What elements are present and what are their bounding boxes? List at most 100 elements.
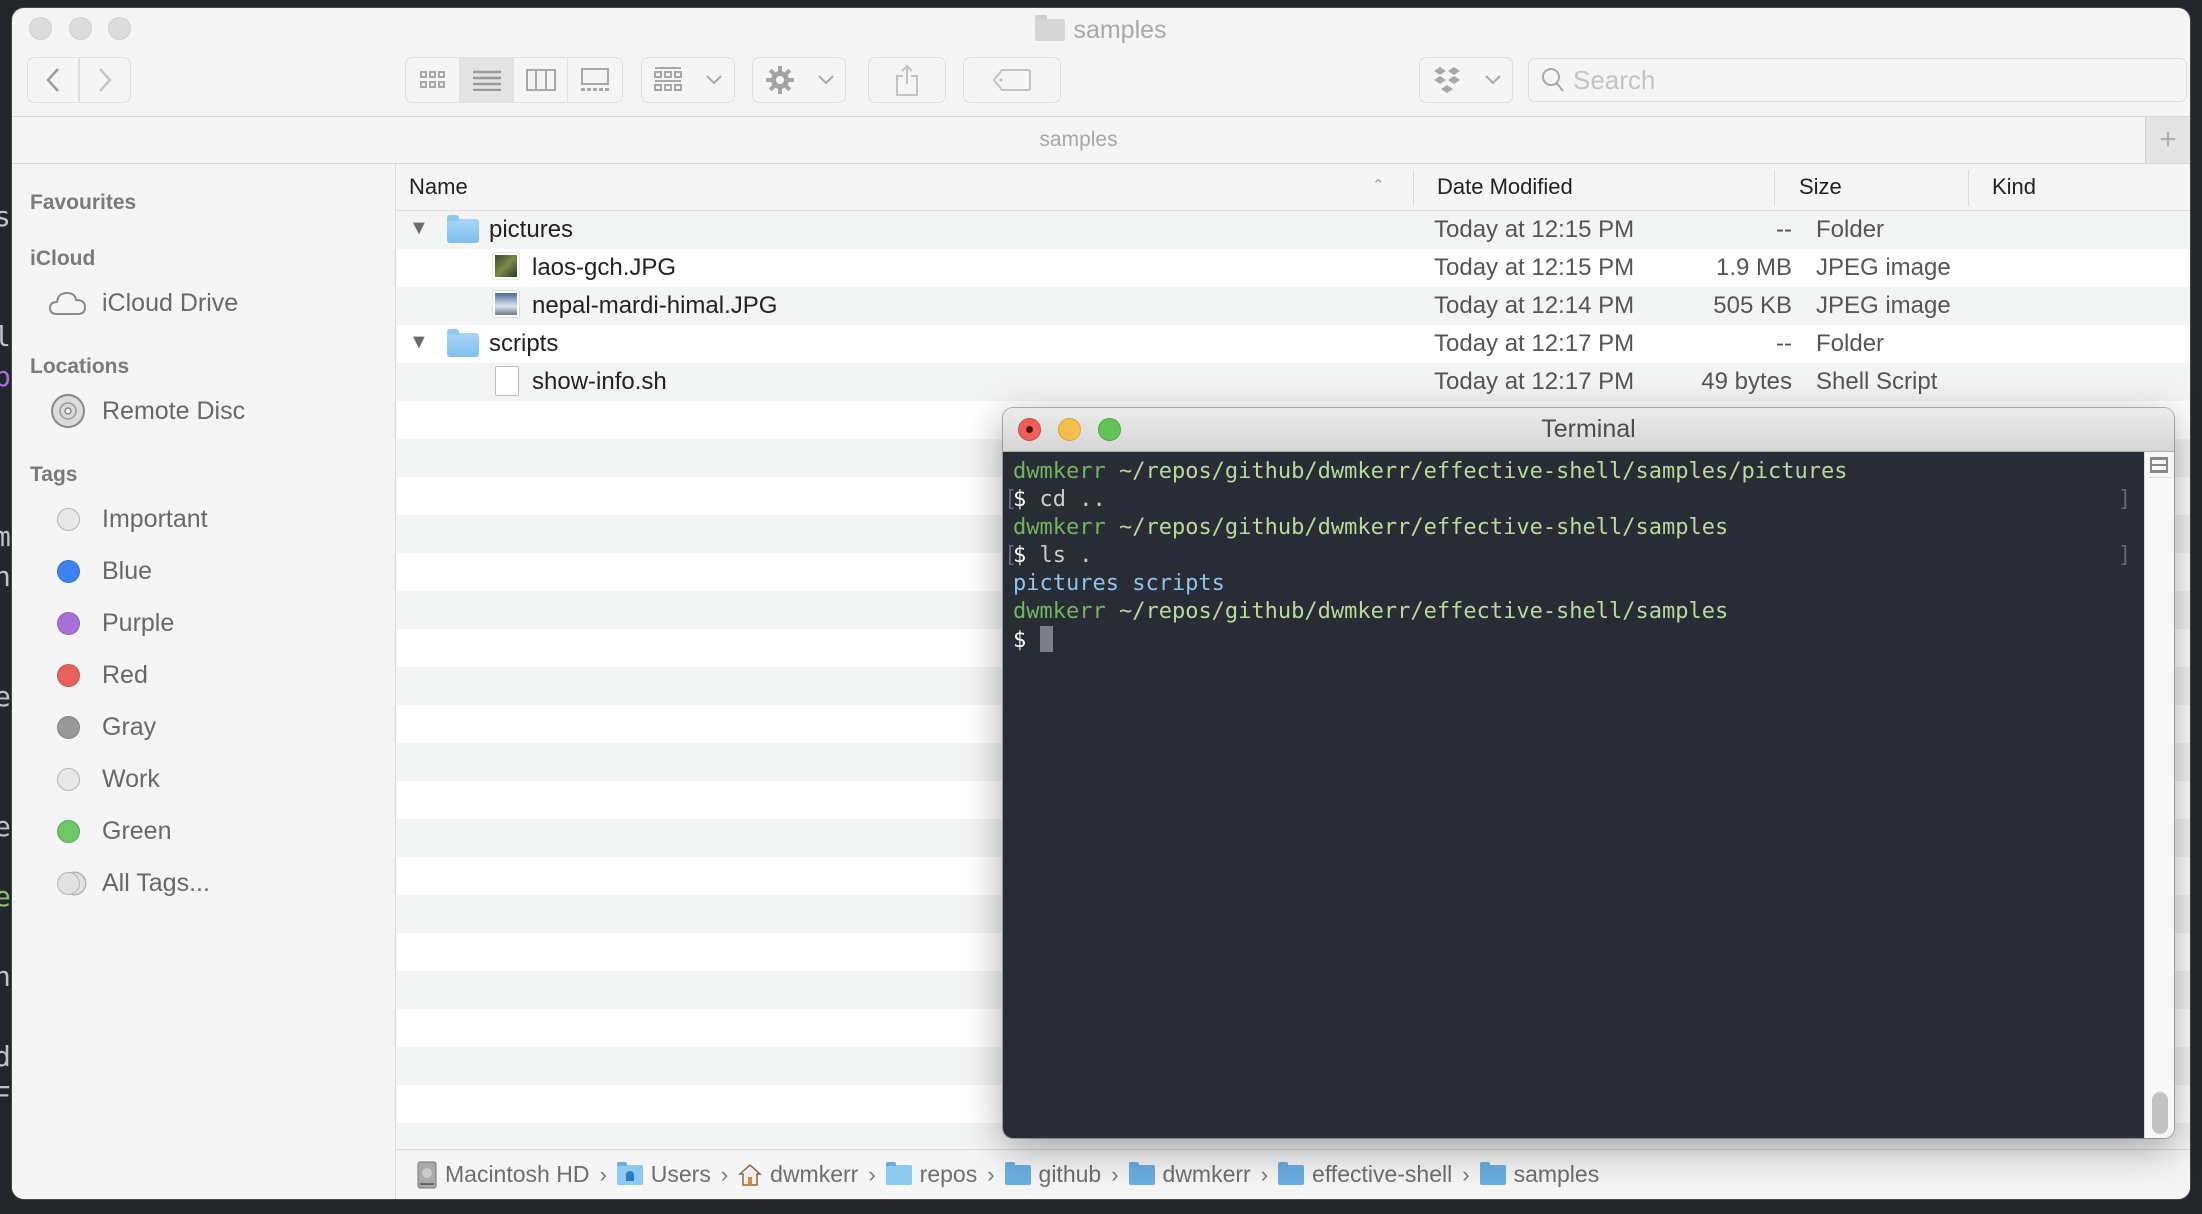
column-header-date-modified[interactable]: Date Modified <box>1425 164 1573 210</box>
column-header-size[interactable]: Size <box>1787 164 1842 210</box>
file-row[interactable]: ▼ pictures Today at 12:15 PM -- Folder <box>397 211 2190 249</box>
column-divider[interactable] <box>1774 170 1775 206</box>
list-view-icon <box>472 70 501 91</box>
command-text: ls . <box>1039 543 1093 568</box>
share-button[interactable] <box>868 57 946 103</box>
sidebar-item-remote-disc[interactable]: Remote Disc <box>48 391 388 431</box>
path-separator-icon: › <box>987 1161 995 1187</box>
gallery-view-button[interactable] <box>568 58 622 102</box>
finder-titlebar: samples <box>12 8 2190 116</box>
path-separator-icon: › <box>720 1161 729 1187</box>
terminal-line: dwmkerr ~/repos/github/dwmkerr/effective… <box>1013 514 2144 542</box>
file-name: show-info.sh <box>532 368 667 395</box>
icon-view-button[interactable] <box>406 58 460 102</box>
file-date: Today at 12:14 PM <box>1434 292 1635 319</box>
terminal-line: pictures scripts <box>1013 570 2144 598</box>
sidebar-tag-purple[interactable]: Purple <box>48 603 388 643</box>
background-glyph: e <box>0 680 11 713</box>
sidebar-item-label: Important <box>102 504 208 533</box>
file-row[interactable]: show-info.sh Today at 12:17 PM 49 bytes She… <box>397 363 2190 401</box>
file-row[interactable]: ▼ scripts Today at 12:17 PM -- Folder <box>397 325 2190 363</box>
path-crumb[interactable]: effective-shell <box>1278 1161 1452 1188</box>
users-folder-icon <box>616 1161 643 1185</box>
tag-color-icon <box>56 871 80 895</box>
disc-icon <box>51 394 85 428</box>
document-icon <box>495 366 519 396</box>
file-row[interactable]: laos-gch.JPG Today at 12:15 PM 1.9 MB JPEG … <box>397 249 2190 287</box>
tab-samples[interactable]: samples <box>12 117 2145 163</box>
gear-icon <box>765 66 794 94</box>
disclosure-triangle-icon[interactable]: ▼ <box>409 331 429 354</box>
background-glyph: m <box>0 520 11 553</box>
file-name: pictures <box>489 216 574 243</box>
sidebar-item-icloud-drive[interactable]: iCloud Drive <box>48 283 388 323</box>
disclosure-triangle-icon[interactable]: ▼ <box>409 217 429 240</box>
chevron-down-icon <box>1484 75 1501 85</box>
sidebar-tag-green[interactable]: Green <box>48 811 388 851</box>
column-header-name[interactable]: Name <box>397 164 1424 210</box>
sidebar-tag-red[interactable]: Red <box>48 655 388 695</box>
sidebar-tag-blue[interactable]: Blue <box>48 551 388 591</box>
column-view-icon <box>525 69 556 91</box>
column-view-button[interactable] <box>514 58 568 102</box>
path-crumb[interactable]: Macintosh HD <box>417 1161 589 1189</box>
sidebar-section-locations: Locations <box>30 355 130 378</box>
search-icon <box>1542 68 1564 92</box>
window-title: samples <box>12 15 2190 45</box>
search-input[interactable] <box>1573 64 2173 96</box>
group-by-button[interactable] <box>641 57 735 103</box>
column-divider[interactable] <box>1413 170 1414 206</box>
terminal-line: [] $ ls . <box>1004 542 2144 570</box>
scrollbar-thumb[interactable] <box>2152 1092 2168 1134</box>
new-tab-button[interactable]: + <box>2145 117 2190 163</box>
terminal-output[interactable]: dwmkerr ~/repos/github/dwmkerr/effective… <box>1003 452 2144 1138</box>
forward-button[interactable] <box>79 57 131 103</box>
search-field[interactable] <box>1528 58 2187 102</box>
split-pane-icon[interactable] <box>2149 456 2171 478</box>
sidebar-section-favourites: Favourites <box>30 191 137 214</box>
image-thumbnail-icon <box>493 291 519 317</box>
list-header: Name ⌃ Date Modified Size Kind <box>397 164 2190 211</box>
terminal-titlebar[interactable]: Terminal <box>1003 408 2174 452</box>
background-glyph: F <box>0 1080 11 1113</box>
path-crumb[interactable]: github <box>1004 1161 1101 1188</box>
sidebar: Favourites iCloud iCloud Drive Locations… <box>12 164 396 1199</box>
sidebar-item-label: Work <box>102 764 160 793</box>
list-view-button[interactable] <box>460 58 514 102</box>
path-crumb[interactable]: dwmkerr <box>1128 1161 1251 1188</box>
folder-icon <box>447 329 479 357</box>
tag-color-icon <box>56 819 80 843</box>
sidebar-item-label: Green <box>102 816 172 845</box>
path-crumb[interactable]: repos <box>885 1161 977 1188</box>
dropbox-icon <box>1433 67 1460 93</box>
path-crumb[interactable]: Users <box>616 1161 711 1188</box>
prompt-user: dwmkerr <box>1013 515 1106 540</box>
sidebar-tag-gray[interactable]: Gray <box>48 707 388 747</box>
path-crumb[interactable]: dwmkerr <box>738 1161 858 1188</box>
column-header-kind[interactable]: Kind <box>1980 164 2036 210</box>
sidebar-item-label: Red <box>102 660 148 689</box>
dropbox-button[interactable] <box>1419 57 1513 103</box>
tag-button[interactable] <box>963 57 1061 103</box>
tag-color-icon <box>56 715 80 739</box>
path-crumb[interactable]: samples <box>1479 1161 1599 1188</box>
file-name: nepal-mardi-himal.JPG <box>532 292 778 319</box>
back-button[interactable] <box>27 57 79 103</box>
sidebar-section-icloud: iCloud <box>30 247 96 270</box>
file-date: Today at 12:17 PM <box>1434 368 1635 395</box>
action-menu-button[interactable] <box>752 57 846 103</box>
sidebar-tag-all-tags[interactable]: All Tags... <box>48 863 388 903</box>
file-kind: Folder <box>1816 216 1885 243</box>
column-divider[interactable] <box>1968 170 1969 206</box>
file-name: scripts <box>489 330 559 357</box>
sidebar-tag-important[interactable]: Important <box>48 499 388 539</box>
folder-icon <box>1278 1161 1305 1185</box>
view-mode-segmented-control <box>405 57 623 103</box>
sidebar-tag-work[interactable]: Work <box>48 759 388 799</box>
terminal-scrollbar[interactable] <box>2144 452 2174 1138</box>
tab-bar: samples + <box>12 116 2190 164</box>
folder-icon <box>1479 1161 1506 1185</box>
terminal-line: dwmkerr ~/repos/github/dwmkerr/effective… <box>1013 458 2144 486</box>
file-row[interactable]: nepal-mardi-himal.JPG Today at 12:14 PM 50… <box>397 287 2190 325</box>
prompt-path: ~/repos/github/dwmkerr/effective-shell/s… <box>1118 515 1729 540</box>
